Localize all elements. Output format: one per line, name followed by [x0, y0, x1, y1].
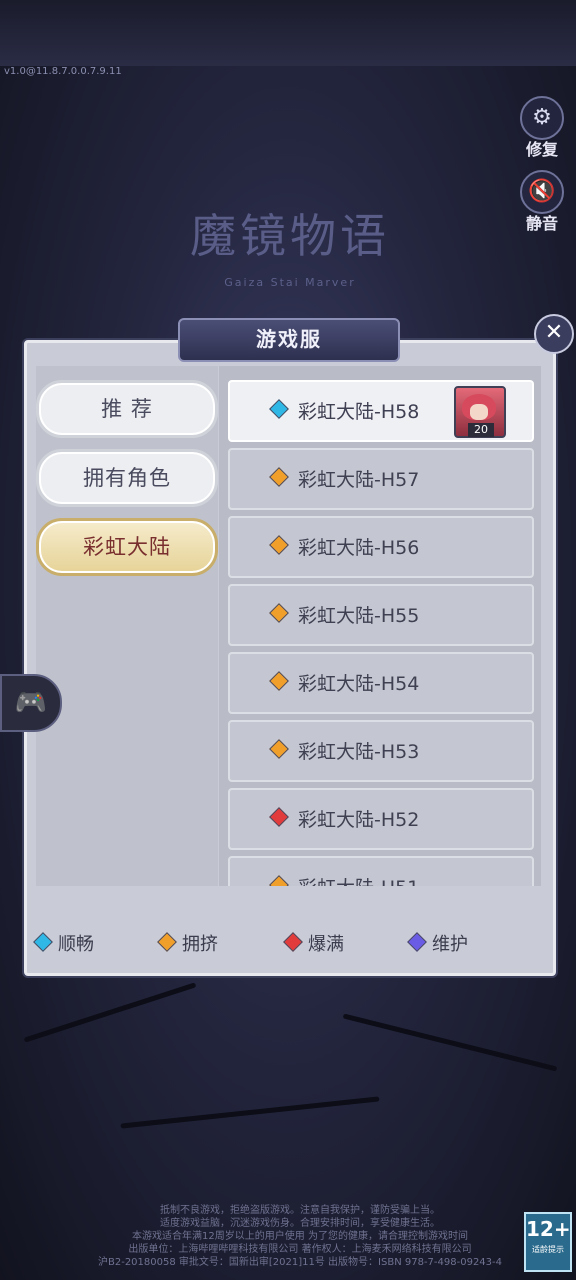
server-name: 彩虹大陆-H55	[298, 605, 420, 627]
status-full-icon	[269, 807, 289, 827]
close-icon: ✕	[544, 320, 564, 345]
status-crowded-icon	[269, 535, 289, 555]
server-item-h51[interactable]: 彩虹大陆-H51	[228, 856, 534, 886]
age-rating-badge: 12+ 适龄提示	[524, 1212, 572, 1272]
category-recommended[interactable]: 推 荐	[36, 380, 218, 438]
diamond-icon	[157, 932, 177, 952]
server-name: 彩虹大陆-H54	[298, 673, 420, 695]
speaker-mute-icon: 🔇	[520, 170, 564, 214]
mute-label: 静音	[525, 214, 558, 233]
legend-maintenance: 维护	[407, 930, 468, 956]
server-name: 彩虹大陆-H51	[298, 873, 419, 886]
server-item-h52[interactable]: 彩虹大陆-H52	[228, 788, 534, 850]
gamepad-icon: 🎮	[14, 688, 48, 718]
diamond-icon	[407, 932, 427, 952]
server-list[interactable]: 彩虹大陆-H58 20 彩虹大陆-H57 彩虹大陆-H56 彩虹大陆-H55 彩…	[219, 366, 541, 886]
status-crowded-icon	[269, 875, 289, 886]
category-rainbow-continent[interactable]: 彩虹大陆	[36, 518, 218, 576]
status-crowded-icon	[269, 671, 289, 691]
health-notice: 抵制不良游戏，拒绝盗版游戏。注意自我保护，谨防受骗上当。 适度游戏益脑，沉迷游戏…	[97, 1205, 503, 1268]
server-item-h55[interactable]: 彩虹大陆-H55	[228, 584, 534, 646]
server-name: 彩虹大陆-H56	[298, 537, 420, 559]
server-item-h53[interactable]: 彩虹大陆-H53	[228, 720, 534, 782]
game-logo: 魔镜物语	[190, 209, 390, 263]
version-label: v1.0@11.8.7.0.0.7.9.11	[4, 66, 122, 77]
server-item-h58[interactable]: 彩虹大陆-H58 20	[228, 380, 534, 442]
panel-title: 游戏服	[178, 318, 400, 362]
legend-full: 爆满	[283, 930, 344, 956]
server-item-h54[interactable]: 彩虹大陆-H54	[228, 652, 534, 714]
diamond-icon	[283, 932, 303, 952]
wrench-icon: ⚙	[520, 96, 564, 140]
server-name: 彩虹大陆-H53	[298, 741, 420, 763]
status-crowded-icon	[269, 467, 289, 487]
thorn-decoration	[120, 1096, 380, 1129]
server-name: 彩虹大陆-H58	[298, 401, 420, 423]
diamond-icon	[33, 932, 53, 952]
category-owned-characters[interactable]: 拥有角色	[36, 449, 218, 507]
repair-button[interactable]: ⚙ 修复	[516, 96, 568, 160]
character-avatar: 20	[454, 386, 506, 438]
game-logo-subtitle: Gaiza Stai Marver	[224, 276, 356, 289]
gamepad-float-button[interactable]: 🎮	[0, 674, 62, 732]
repair-label: 修复	[525, 140, 558, 159]
legend-crowded: 拥挤	[157, 930, 218, 956]
server-item-h57[interactable]: 彩虹大陆-H57	[228, 448, 534, 510]
close-button[interactable]: ✕	[534, 314, 574, 354]
mute-button[interactable]: 🔇 静音	[516, 170, 568, 234]
thorn-decoration	[342, 1013, 558, 1072]
server-item-h56[interactable]: 彩虹大陆-H56	[228, 516, 534, 578]
status-crowded-icon	[269, 739, 289, 759]
thorn-decoration	[23, 982, 197, 1043]
legend-smooth: 顺畅	[33, 930, 94, 956]
status-smooth-icon	[269, 399, 289, 419]
category-list: 推 荐 拥有角色 彩虹大陆	[36, 366, 218, 886]
top-banner	[0, 0, 576, 66]
status-crowded-icon	[269, 603, 289, 623]
server-name: 彩虹大陆-H52	[298, 809, 420, 831]
character-level: 20	[468, 423, 494, 437]
server-name: 彩虹大陆-H57	[298, 469, 420, 491]
